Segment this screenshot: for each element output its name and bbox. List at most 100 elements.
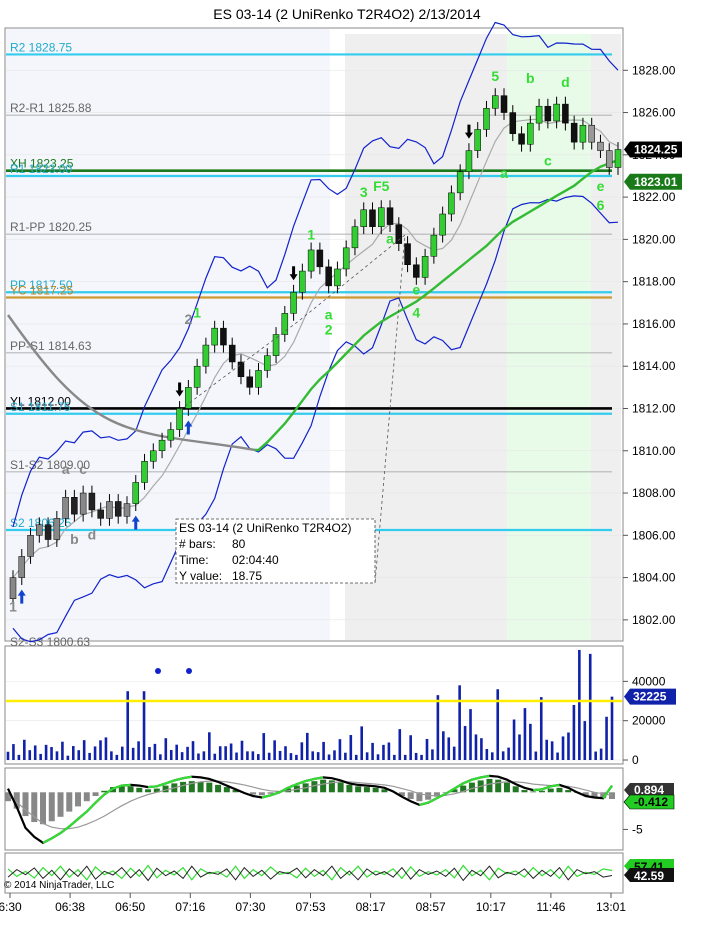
- volume-bar: [327, 754, 331, 760]
- volume-bar: [485, 748, 489, 760]
- candle-body: [500, 95, 508, 113]
- price-tick-label: 1820.00: [632, 232, 676, 246]
- time-tick-label: 07:16: [175, 900, 205, 914]
- volume-bar: [425, 738, 429, 760]
- volume-bar: [403, 754, 407, 760]
- volume-bar: [463, 725, 467, 760]
- macd-axis: -50.894-0.412: [622, 768, 675, 850]
- candle-body: [342, 247, 350, 270]
- volume-bar: [148, 747, 151, 760]
- volume-bar: [273, 740, 276, 760]
- measure-tooltip: ES 03-14 (2 UniRenko T2R4O2) # bars: 80 …: [175, 518, 376, 584]
- candle-body: [430, 234, 438, 257]
- volume-bar: [436, 695, 440, 760]
- candle-body: [570, 122, 578, 143]
- volume-bar: [550, 741, 554, 760]
- candle-body: [114, 501, 122, 517]
- candle-body: [44, 524, 52, 540]
- candle-body: [395, 224, 403, 244]
- volume-bar: [545, 739, 549, 760]
- volume-bar: [213, 753, 217, 760]
- volume-bar: [164, 738, 168, 760]
- candle-body: [123, 503, 131, 517]
- volume-bar: [289, 753, 293, 760]
- wave-label: c: [79, 461, 87, 477]
- price-tick-label: 1816.00: [632, 317, 676, 331]
- pivot-level-label: PP-S1 1814.63: [10, 339, 92, 353]
- volume-bar: [529, 723, 532, 760]
- macd-histogram-bar: [521, 790, 528, 793]
- volume-bar: [409, 735, 412, 760]
- time-tick-label: 06:50: [115, 900, 145, 914]
- volume-bar: [567, 732, 570, 760]
- tooltip-time-label: Time:: [179, 553, 209, 567]
- volume-bar: [50, 747, 53, 760]
- time-tick-label: 10:17: [476, 900, 506, 914]
- chart-canvas: ES 03-14 (2 UniRenko T2R4O2) 2/13/2014 R…: [0, 6, 682, 914]
- time-tick-label: 06:38: [55, 900, 85, 914]
- volume-bar: [447, 737, 451, 760]
- volume-bar: [218, 746, 222, 760]
- pivot-level-label: R2-R1 1825.88: [10, 101, 92, 115]
- candle-body: [106, 501, 113, 519]
- volume-bar: [365, 752, 369, 760]
- time-axis[interactable]: 6:30 06:38 06:50 07:16 07:30 07:53 08:17 08:57 1…: [0, 892, 626, 914]
- volume-bar: [534, 751, 538, 760]
- volume-bar: [55, 751, 59, 760]
- volume-bar: [93, 746, 97, 760]
- macd-histogram-bar: [22, 792, 29, 817]
- volume-bar: [556, 752, 559, 760]
- wave-label: b: [526, 70, 535, 86]
- price-badges: 1824.25 1823.01: [624, 141, 682, 190]
- macd-histogram-bar: [75, 792, 82, 807]
- time-tick-label: 07:30: [235, 900, 265, 914]
- macd-histogram-bar: [372, 787, 379, 793]
- candle-body: [378, 207, 385, 227]
- candle-body: [439, 213, 446, 236]
- macd-histogram-bar: [215, 784, 222, 793]
- macd-histogram-bar: [258, 792, 265, 796]
- volume-bar: [153, 743, 157, 760]
- price-axis[interactable]: 1802.00 1804.00 1806.00 1808.00 1810.00 1812.…: [622, 28, 676, 641]
- volume-bar: [354, 754, 358, 760]
- volume-spike-marker: [186, 668, 192, 674]
- pivot-level-label: S1 1811.75: [10, 400, 71, 414]
- macd-histogram-bar: [145, 789, 152, 793]
- volume-bar: [44, 744, 48, 760]
- volume-bar: [572, 704, 576, 760]
- macd-histogram-bar: [206, 782, 213, 793]
- volume-bar: [583, 721, 587, 760]
- volume-bar: [28, 750, 32, 760]
- volume-bar: [278, 750, 282, 760]
- wave-label: e: [412, 281, 420, 297]
- volume-bar: [208, 732, 211, 760]
- macd-tick-label: -5: [632, 822, 643, 836]
- candle-body: [553, 103, 560, 122]
- volume-bar: [469, 709, 472, 760]
- volume-bar: [6, 751, 10, 760]
- candle-body: [535, 105, 543, 124]
- volume-bar: [588, 653, 592, 760]
- wave-label: c: [544, 152, 552, 168]
- price-tick-label: 1810.00: [632, 444, 676, 458]
- volume-bar: [251, 751, 255, 760]
- candle-body: [176, 408, 183, 430]
- price-tick-label: 1808.00: [632, 486, 676, 500]
- candle-body: [132, 482, 140, 504]
- macd-histogram-bar: [486, 778, 493, 793]
- oscillator-badge-label: 42.59: [634, 869, 664, 883]
- tooltip-y-label: Y value:: [179, 569, 222, 583]
- wave-label: a: [62, 461, 70, 477]
- volume-bar: [578, 649, 581, 760]
- macd-histogram-bar: [48, 792, 55, 822]
- price-badge-label: 1823.01: [634, 175, 678, 189]
- macd-histogram-bar: [66, 792, 73, 812]
- candle-body: [404, 243, 411, 265]
- volume-axis: 0 20000 40000 32225: [622, 646, 676, 767]
- volume-bar: [295, 754, 298, 760]
- macd-histogram-bar: [136, 787, 143, 793]
- candle-body: [71, 497, 78, 515]
- candle-body: [527, 122, 534, 145]
- volume-bar: [371, 742, 374, 760]
- wave-label: 2: [325, 322, 333, 338]
